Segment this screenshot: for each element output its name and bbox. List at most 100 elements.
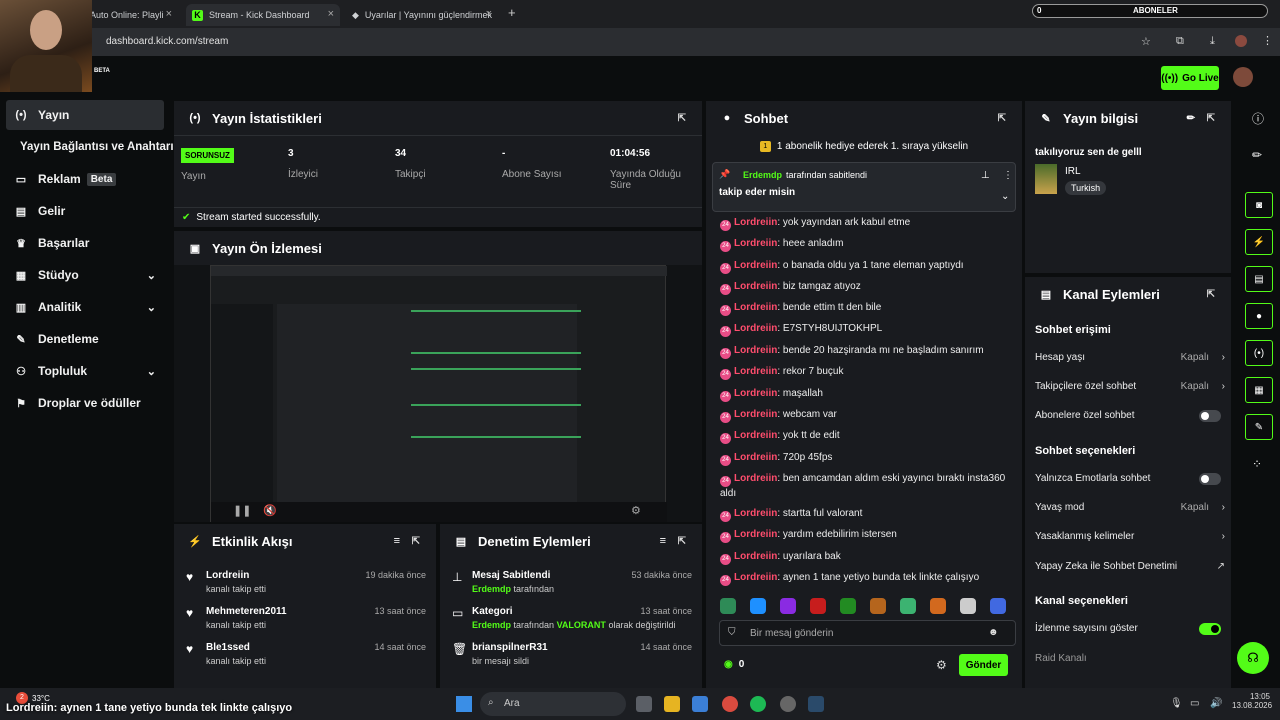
account-age-row[interactable]: Hesap yaşı Kapalı ›	[1035, 352, 1225, 368]
browser-tab[interactable]: Auto Online: Playli ×	[90, 4, 178, 26]
windows-start-icon[interactable]	[456, 696, 472, 712]
document-icon[interactable]: ▤	[1245, 266, 1273, 292]
chat-username[interactable]: Lordreiin	[734, 452, 777, 463]
lightning-icon[interactable]: ⚡	[1245, 229, 1273, 255]
chat-username[interactable]: Lordreiin	[734, 366, 777, 377]
chat-input[interactable]: ⛉ Bir mesaj gönderin ☻	[719, 620, 1016, 646]
gift-banner[interactable]: 1 1 abonelik hediye ederek 1. sıraya yüks…	[706, 135, 1022, 157]
user-name[interactable]: Lordreiin	[206, 570, 249, 581]
chat-username[interactable]: Lordreiin	[734, 217, 777, 228]
browser-tab-active[interactable]: K Stream - Kick Dashboard ×	[186, 4, 340, 26]
chat-icon[interactable]: ●	[1245, 303, 1273, 329]
browser-tab[interactable]: ◆ Uyarılar | Yayınını güçlendirmek ×	[346, 4, 498, 26]
pin-icon[interactable]: ⊥	[981, 170, 990, 181]
emoji-icon[interactable]: ☻	[988, 627, 999, 638]
camera-icon[interactable]: ◙	[1245, 192, 1273, 218]
chat-username[interactable]: Lordreiin	[734, 572, 777, 583]
profile-avatar[interactable]	[1235, 35, 1247, 47]
apps-icon[interactable]: ⁘	[1252, 457, 1262, 471]
speaker-icon[interactable]: 🔊	[1210, 698, 1222, 709]
chat-username[interactable]: Lordreiin	[734, 388, 777, 399]
emote-only-toggle[interactable]	[1199, 473, 1221, 485]
emote-icon[interactable]	[900, 598, 916, 614]
download-icon[interactable]: ⤓	[1210, 35, 1215, 48]
followers-only-row[interactable]: Takipçilere özel sohbet Kapalı ›	[1035, 381, 1225, 397]
obs-icon[interactable]	[780, 696, 796, 712]
sidebar-item-studio[interactable]: ▦ Stüdyo ⌄	[6, 260, 164, 290]
chat-username[interactable]: Lordreiin	[734, 430, 777, 441]
emote-icon[interactable]	[840, 598, 856, 614]
moderator-name[interactable]: Erdemdp	[472, 584, 511, 594]
more-icon[interactable]: ⋮	[1003, 170, 1013, 181]
display-icon[interactable]: ▭	[1190, 698, 1199, 709]
popout-icon[interactable]: ⇱	[1207, 113, 1215, 124]
sidebar-item-achievements[interactable]: ♛ Başarılar	[6, 228, 164, 258]
new-tab-button[interactable]: +	[508, 5, 516, 20]
clock[interactable]: 13:05 13.08.2026	[1232, 692, 1272, 710]
chat-username[interactable]: Lordreiin	[734, 409, 777, 420]
emote-icon[interactable]	[720, 598, 736, 614]
emote-icon[interactable]	[810, 598, 826, 614]
close-icon[interactable]: ×	[328, 8, 334, 20]
send-button[interactable]: Gönder	[959, 654, 1008, 676]
emote-icon[interactable]	[960, 598, 976, 614]
settings-list-icon[interactable]: ▦	[1245, 377, 1273, 403]
sidebar-item-community[interactable]: ⚇ Topluluk ⌄	[6, 356, 164, 386]
chat-username[interactable]: Lordreiin	[734, 345, 777, 356]
mic-icon[interactable]: 🎙	[1170, 698, 1183, 709]
user-name[interactable]: Ble1ssed	[206, 642, 250, 653]
steam-icon[interactable]	[808, 696, 824, 712]
info-icon[interactable]: ⓘ	[1252, 110, 1264, 127]
video-preview[interactable]: ❚❚ 🔇 ⚙	[210, 265, 667, 522]
wrench-icon[interactable]: ✎	[1245, 414, 1273, 440]
chat-username[interactable]: Lordreiin	[734, 238, 777, 249]
coin-balance[interactable]: ◉ 0	[724, 659, 744, 670]
sidebar-item-analytics[interactable]: ▥ Analitik ⌄	[6, 292, 164, 322]
sidebar-item-ads[interactable]: ▭ Reklam Beta	[6, 164, 164, 194]
menu-icon[interactable]: ⋮	[1262, 34, 1273, 47]
raid-channel-row[interactable]: Raid Kanalı	[1035, 653, 1225, 669]
extensions-icon[interactable]: ⧉	[1176, 35, 1184, 48]
file-explorer-icon[interactable]	[664, 696, 680, 712]
emote-icon[interactable]	[990, 598, 1006, 614]
slow-mode-row[interactable]: Yavaş mod Kapalı ›	[1035, 502, 1225, 518]
spotify-icon[interactable]	[750, 696, 766, 712]
chat-username[interactable]: Lordreiin	[734, 551, 777, 562]
star-icon[interactable]: ☆	[1141, 35, 1151, 48]
emote-icon[interactable]	[750, 598, 766, 614]
gear-icon[interactable]: ⚙	[936, 658, 947, 672]
pinned-by[interactable]: Erdemdp	[743, 170, 782, 180]
task-view-icon[interactable]	[636, 696, 652, 712]
popout-icon[interactable]: ⇱	[678, 536, 686, 547]
chat-username[interactable]: Lordreiin	[734, 473, 777, 484]
popout-icon[interactable]: ⇱	[412, 536, 420, 547]
sidebar-item-moderation[interactable]: ✎ Denetleme	[6, 324, 164, 354]
mute-icon[interactable]: 🔇	[263, 504, 277, 517]
gear-icon[interactable]: ⚙	[631, 504, 641, 517]
subs-only-toggle[interactable]	[1199, 410, 1221, 422]
chrome-icon[interactable]	[722, 696, 738, 712]
chat-username[interactable]: Lordreiin	[734, 323, 777, 334]
sidebar-item-revenue[interactable]: ▤ Gelir	[6, 196, 164, 226]
chat-username[interactable]: Lordreiin	[734, 529, 777, 540]
avatar[interactable]	[1233, 67, 1253, 87]
store-icon[interactable]	[692, 696, 708, 712]
close-icon[interactable]: ×	[166, 8, 172, 20]
popout-icon[interactable]: ⇱	[1207, 289, 1215, 300]
user-name[interactable]: Mehmeteren2011	[206, 606, 287, 617]
pencil-icon[interactable]: ✏	[1252, 148, 1262, 162]
sidebar-item-stream-key[interactable]: Yayın Bağlantısı ve Anahtarı	[20, 132, 178, 162]
sidebar-item-stream[interactable]: (•) Yayın	[6, 100, 164, 130]
chat-username[interactable]: Lordreiin	[734, 260, 777, 271]
popout-icon[interactable]: ⇱	[678, 113, 686, 124]
go-live-button[interactable]: ((•)) Go Live	[1161, 66, 1219, 90]
ai-moderation-row[interactable]: Yapay Zeka ile Sohbet Denetimi ↗	[1035, 561, 1225, 577]
show-views-toggle[interactable]	[1199, 623, 1221, 635]
url-field[interactable]: dashboard.kick.com/stream	[106, 36, 228, 47]
filter-icon[interactable]: ≡	[660, 535, 666, 547]
popout-icon[interactable]: ⇱	[998, 113, 1006, 124]
chat-username[interactable]: Lordreiin	[734, 508, 777, 519]
sidebar-item-drops[interactable]: ⚑ Droplar ve ödüller	[6, 388, 164, 418]
pause-icon[interactable]: ❚❚	[233, 504, 251, 517]
chevron-down-icon[interactable]: ⌄	[1001, 191, 1009, 202]
